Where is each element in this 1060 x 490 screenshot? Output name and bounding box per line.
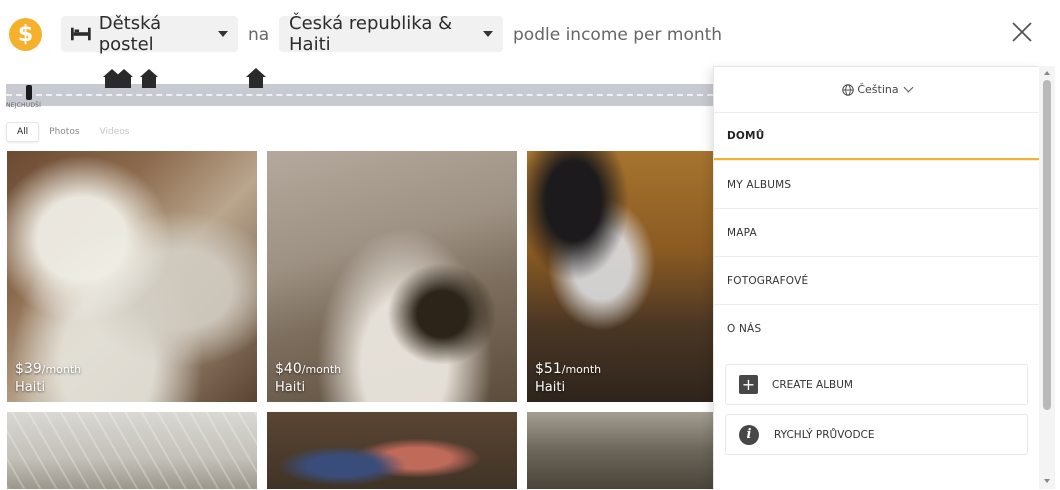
create-album-label: CREATE ALBUM [772,378,853,391]
income-range-handle[interactable] [26,85,32,100]
quick-guide-button[interactable]: i RYCHLÝ PRŮVODCE [725,414,1028,455]
language-label: Čeština [857,83,899,96]
photo-price: $39/month [15,361,82,377]
scrollbar-thumb[interactable] [1043,80,1051,410]
menu-scrollbar[interactable] [1039,66,1055,489]
word-na: na [248,25,270,45]
close-icon[interactable] [1010,20,1034,44]
info-icon: i [739,424,759,445]
photo-country: Haiti [535,380,566,395]
media-tabs: All Photos Videos [6,120,139,144]
tab-all[interactable]: All [6,122,40,142]
globe-icon [842,83,855,96]
bed-icon [71,27,91,41]
menu-item-my-albums[interactable]: MY ALBUMS [714,160,1040,208]
thing-selector-label: Dětská postel [98,13,162,55]
caret-down-icon [483,31,493,37]
caret-down-icon [218,31,228,37]
strip-dashes [6,94,713,96]
tab-videos[interactable]: Videos [90,123,140,141]
tab-photos[interactable]: Photos [39,123,89,141]
language-selector[interactable]: Čeština [714,67,1040,112]
sort-by-text: podle income per month [513,25,723,45]
thing-selector[interactable]: Dětská postel [61,13,238,55]
place-selector[interactable]: Česká republika & Haiti [279,13,503,55]
photo-card[interactable]: $40/month Haiti [267,151,517,402]
plus-icon: + [739,375,758,394]
photo-card[interactable]: $51/month Haiti [527,151,713,402]
scroll-down-icon[interactable] [1044,479,1050,483]
poorest-label: NEJCHUDŠÍ [6,102,42,109]
chevron-down-icon [903,82,914,93]
dollar-street-logo[interactable]: $ [9,18,42,51]
quick-guide-label: RYCHLÝ PRŮVODCE [774,428,875,441]
header: $ Dětská postel na Česká republika & Hai… [0,0,1060,66]
scroll-up-icon[interactable] [1044,71,1050,75]
photo-country: Haiti [275,380,306,395]
house-icon[interactable] [245,66,267,88]
menu-item-home[interactable]: DOMŮ [714,112,1040,160]
photo-card[interactable] [267,412,517,489]
photo-price: $51/month [535,361,602,377]
create-album-button[interactable]: + CREATE ALBUM [725,364,1028,405]
place-selector-label: Česká republika & Haiti [289,13,453,55]
photo-card[interactable] [7,412,257,489]
side-menu: Čeština DOMŮ MY ALBUMS MAPA FOTOGRAFOVÉ … [713,66,1040,490]
menu-item-about[interactable]: O NÁS [714,304,1040,352]
photo-card[interactable]: $39/month Haiti [7,151,257,402]
menu-item-map[interactable]: MAPA [714,208,1040,256]
menu-item-photographers[interactable]: FOTOGRAFOVÉ [714,256,1040,304]
photo-card[interactable] [527,412,713,489]
photo-price: $40/month [275,361,342,377]
photo-country: Haiti [15,380,46,395]
house-cluster-icon[interactable] [103,66,161,88]
